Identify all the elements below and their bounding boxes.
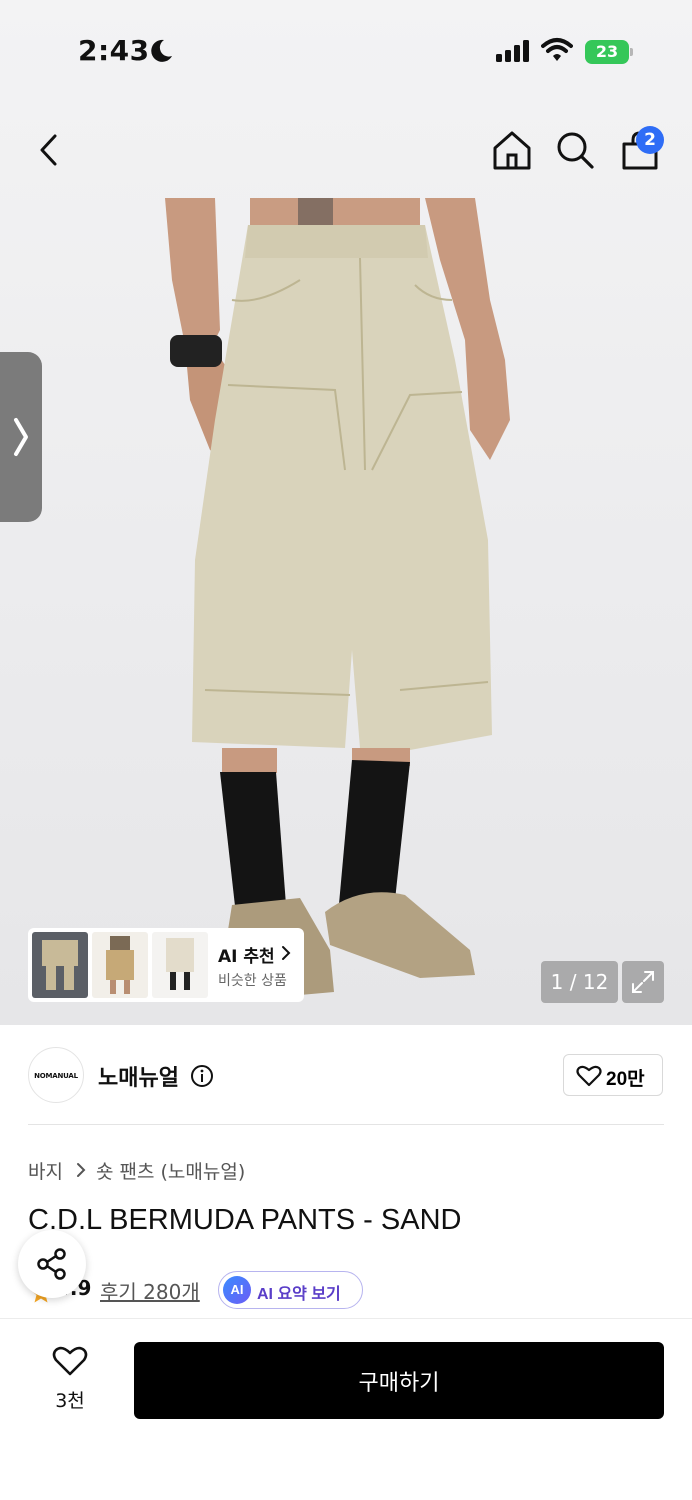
chevron-right-icon bbox=[282, 946, 291, 960]
image-counter: 1 / 12 bbox=[541, 961, 618, 1003]
battery-indicator: 23 bbox=[585, 40, 633, 64]
brand-logo[interactable]: NOMANUAL bbox=[28, 1047, 84, 1103]
share-icon bbox=[37, 1248, 66, 1280]
cart-badge: 2 bbox=[636, 126, 664, 154]
info-icon[interactable] bbox=[190, 1064, 214, 1088]
back-icon bbox=[40, 134, 57, 166]
reco-thumbnail-3[interactable] bbox=[152, 932, 208, 998]
reco-thumbnail-1[interactable] bbox=[32, 932, 88, 998]
reco-thumbnail-2[interactable] bbox=[92, 932, 148, 998]
chevron-right-icon bbox=[14, 418, 28, 456]
home-icon bbox=[493, 131, 531, 170]
moon-icon bbox=[151, 39, 172, 62]
expand-image-button[interactable] bbox=[622, 961, 664, 1003]
divider bbox=[28, 1124, 664, 1125]
search-icon bbox=[557, 132, 594, 169]
search-button[interactable] bbox=[553, 128, 597, 175]
ai-badge: AI bbox=[223, 1276, 251, 1304]
ai-recommendation-card[interactable]: AI 추천 비슷한 상품 bbox=[28, 928, 304, 1002]
ai-summary-button[interactable]: AI AI 요약 보기 bbox=[218, 1271, 363, 1309]
breadcrumb-category[interactable]: 바지 bbox=[28, 1157, 63, 1184]
signal-icon bbox=[496, 40, 529, 62]
home-button[interactable] bbox=[490, 128, 534, 175]
reco-subtitle: 비슷한 상품 bbox=[218, 973, 287, 989]
brand-like-count: 20만 bbox=[606, 1069, 645, 1090]
back-button[interactable] bbox=[30, 130, 70, 173]
side-drawer-handle[interactable] bbox=[0, 352, 42, 522]
product-title: C.D.L BERMUDA PANTS - SAND bbox=[28, 1204, 462, 1236]
chevron-right-icon bbox=[77, 1163, 86, 1177]
brand-like-button[interactable]: 20만 bbox=[563, 1054, 663, 1096]
reco-title: AI 추천 bbox=[218, 947, 275, 967]
bottom-bar-divider bbox=[0, 1318, 692, 1319]
expand-icon bbox=[632, 971, 654, 993]
brand-name[interactable]: 노매뉴얼 bbox=[98, 1060, 179, 1092]
reviews-link[interactable]: 후기 280개 bbox=[100, 1276, 200, 1305]
heart-icon[interactable] bbox=[52, 1345, 88, 1377]
ai-summary-label: AI 요약 보기 bbox=[257, 1286, 341, 1303]
share-button[interactable] bbox=[18, 1230, 86, 1298]
heart-icon bbox=[576, 1065, 602, 1087]
product-image[interactable]: 2:43 23 2 AI 추천 비슷한 상품 1 / 12 bbox=[0, 0, 692, 1025]
wifi-icon bbox=[541, 38, 573, 61]
wish-count: 3천 bbox=[55, 1390, 85, 1412]
status-time: 2:43 bbox=[78, 34, 150, 67]
breadcrumb-subcategory[interactable]: 숏 팬츠 (노매뉴얼) bbox=[96, 1157, 245, 1184]
buy-button[interactable]: 구매하기 bbox=[134, 1342, 664, 1419]
